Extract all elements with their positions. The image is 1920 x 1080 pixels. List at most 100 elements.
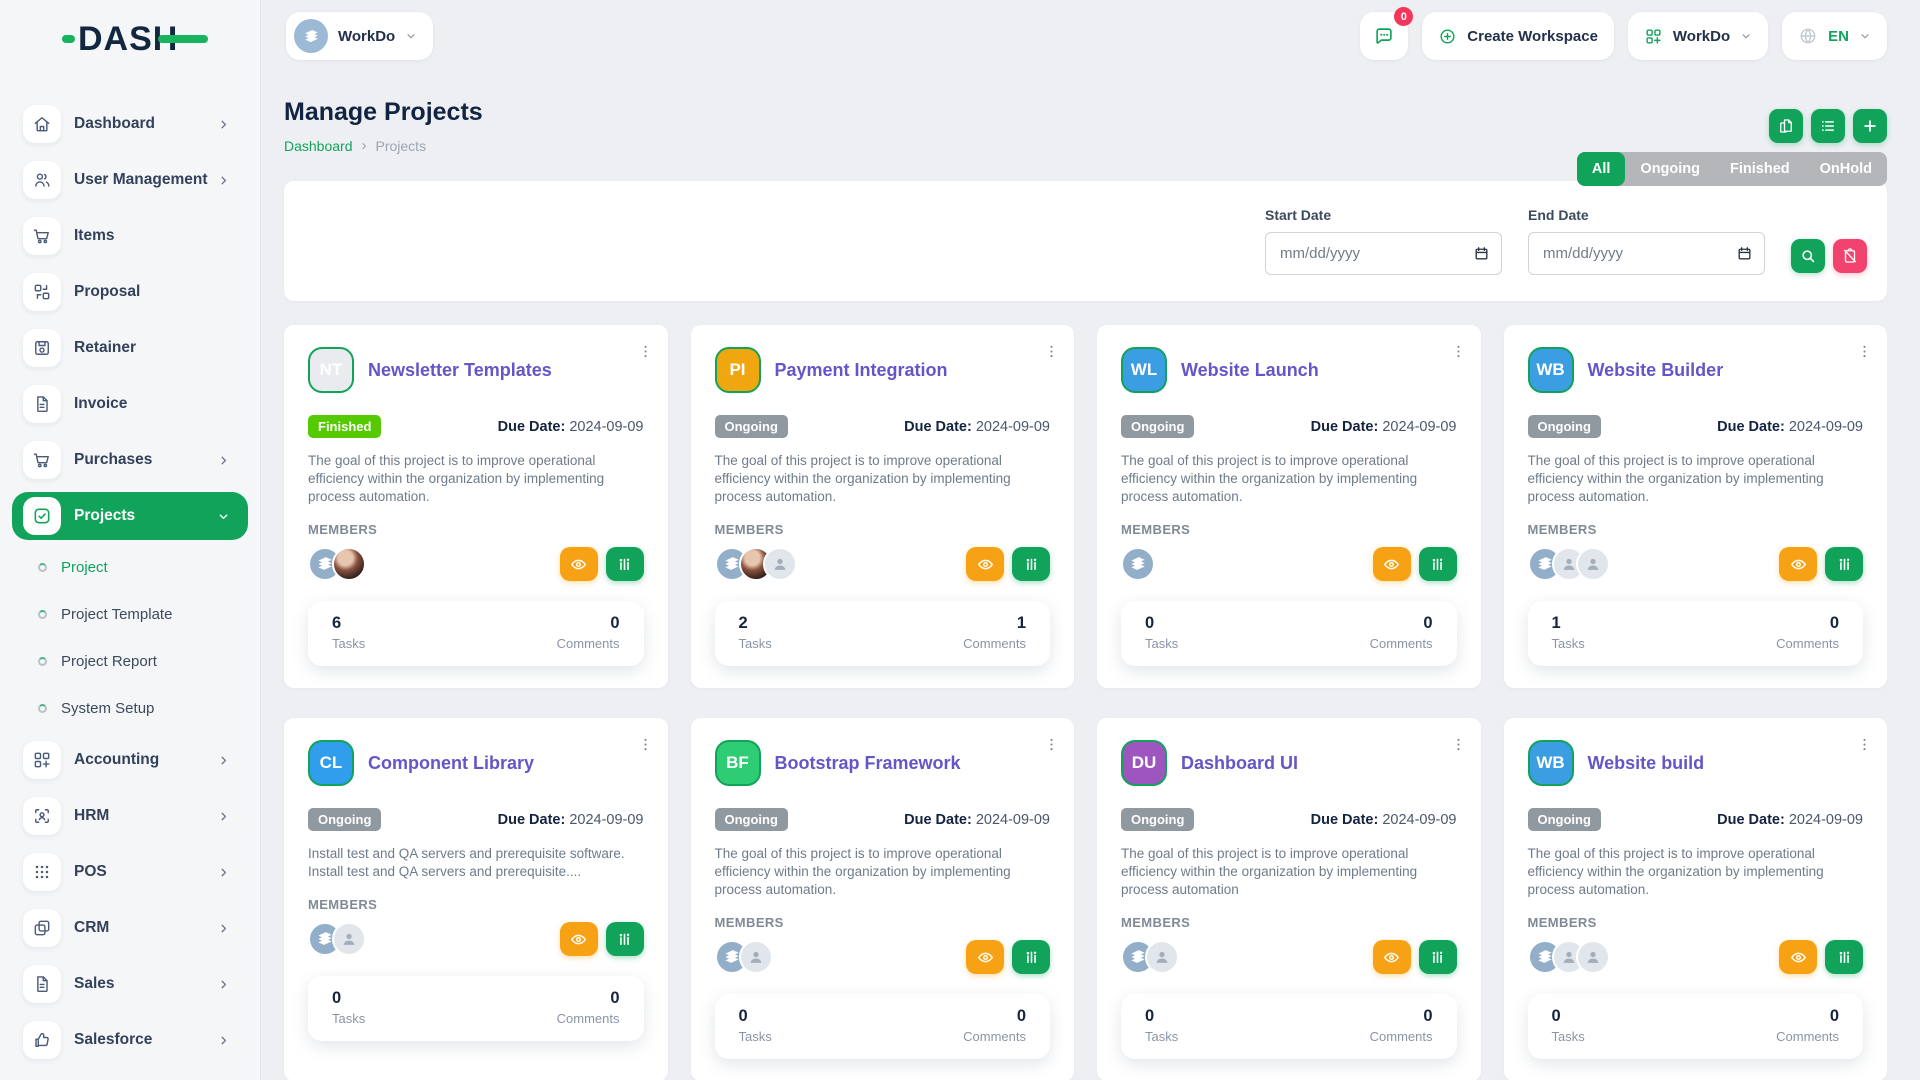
sidebar-item-hrm[interactable]: HRM (0, 788, 260, 844)
card-actions (560, 547, 644, 581)
card-actions (560, 922, 644, 956)
end-date-input[interactable] (1528, 232, 1765, 275)
project-board-button[interactable] (1419, 940, 1457, 974)
project-title-link[interactable]: Newsletter Templates (368, 360, 552, 381)
member-avatars (1121, 547, 1155, 581)
card-menu-button[interactable] (637, 343, 654, 360)
sidebar-item-dashboard[interactable]: Dashboard (0, 96, 260, 152)
view-project-button[interactable] (1373, 940, 1411, 974)
project-title-link[interactable]: Payment Integration (775, 360, 948, 381)
app-switcher-button[interactable]: WorkDo (1628, 12, 1768, 60)
app-switcher-label: WorkDo (1673, 28, 1730, 45)
project-title-link[interactable]: Bootstrap Framework (775, 753, 961, 774)
tab-all[interactable]: All (1577, 152, 1626, 186)
view-project-button[interactable] (1779, 547, 1817, 581)
view-project-button[interactable] (560, 922, 598, 956)
project-title-link[interactable]: Website build (1588, 753, 1705, 774)
project-card-website-build: WBWebsite buildOngoingDue Date: 2024-09-… (1504, 718, 1888, 1080)
card-menu-button[interactable] (1450, 736, 1467, 753)
member-avatar-placeholder (739, 940, 773, 974)
sidebar-item-salesforce[interactable]: Salesforce (0, 1012, 260, 1068)
sidebar-item-projects[interactable]: Projects (12, 492, 248, 540)
list-view-button[interactable] (1811, 109, 1845, 143)
apps-grid-icon (1644, 27, 1663, 46)
view-project-button[interactable] (966, 547, 1004, 581)
sidebar-item-invoice[interactable]: Invoice (0, 376, 260, 432)
sidebar-nav: Dashboard User Management ItemsProposal Ret… (0, 96, 260, 1068)
project-stats: 0Tasks0Comments (1121, 601, 1457, 666)
project-card-newsletter-templates: NTNewsletter TemplatesFinishedDue Date: … (284, 325, 668, 688)
project-board-button[interactable] (606, 922, 644, 956)
sidebar-item-purchases[interactable]: Purchases (0, 432, 260, 488)
workspace-selector[interactable]: WorkDo (286, 12, 433, 60)
workspace-avatar (294, 19, 328, 53)
sidebar-item-items[interactable]: Items (0, 208, 260, 264)
members-row (1528, 547, 1864, 581)
project-title-link[interactable]: Dashboard UI (1181, 753, 1298, 774)
sidebar-item-proposal[interactable]: Proposal (0, 264, 260, 320)
chevron-right-icon (217, 118, 230, 131)
sidebar-subitem-project-report[interactable]: Project Report (0, 638, 260, 685)
export-button[interactable] (1769, 109, 1803, 143)
project-title-link[interactable]: Component Library (368, 753, 534, 774)
sidebar-subitem-label: Project Template (61, 606, 172, 623)
sidebar-item-accounting[interactable]: Accounting (0, 732, 260, 788)
sidebar-item-label: CRM (74, 919, 109, 937)
sidebar-subitem-system-setup[interactable]: System Setup (0, 685, 260, 732)
project-board-button[interactable] (1012, 940, 1050, 974)
view-project-button[interactable] (966, 940, 1004, 974)
card-menu-button[interactable] (1856, 736, 1873, 753)
members-label: MEMBERS (715, 915, 1051, 930)
chevron-right-icon (217, 866, 230, 879)
view-project-button[interactable] (560, 547, 598, 581)
project-board-button[interactable] (1825, 940, 1863, 974)
project-board-button[interactable] (1012, 547, 1050, 581)
project-stats: 0Tasks0Comments (308, 976, 644, 1041)
page-title: Manage Projects (284, 98, 1887, 127)
card-menu-button[interactable] (1043, 343, 1060, 360)
tab-onhold[interactable]: OnHold (1805, 152, 1887, 186)
card-menu-button[interactable] (1856, 343, 1873, 360)
sidebar-item-user-management[interactable]: User Management (0, 152, 260, 208)
tasks-stat: 0Tasks (1552, 1007, 1585, 1044)
projects-grid: NTNewsletter TemplatesFinishedDue Date: … (284, 325, 1887, 1080)
sidebar-item-crm[interactable]: CRM (0, 900, 260, 956)
start-date-input[interactable] (1265, 232, 1502, 275)
card-menu-button[interactable] (1450, 343, 1467, 360)
messages-button[interactable]: 0 (1360, 12, 1408, 60)
view-project-button[interactable] (1373, 547, 1411, 581)
members-label: MEMBERS (1121, 915, 1457, 930)
search-button[interactable] (1791, 239, 1825, 273)
sidebar-item-pos[interactable]: POS (0, 844, 260, 900)
project-board-button[interactable] (1825, 547, 1863, 581)
tasks-stat: 1Tasks (1552, 614, 1585, 651)
project-board-button[interactable] (606, 547, 644, 581)
sidebar-subitem-label: Project (61, 559, 108, 576)
sidebar-subitem-project-template[interactable]: Project Template (0, 591, 260, 638)
sidebar-item-label: User Management (74, 171, 208, 189)
members-row (308, 922, 644, 956)
reset-filter-button[interactable] (1833, 239, 1867, 273)
tab-ongoing[interactable]: Ongoing (1625, 152, 1715, 186)
view-project-button[interactable] (1779, 940, 1817, 974)
create-workspace-button[interactable]: Create Workspace (1422, 12, 1614, 60)
breadcrumb-dashboard-link[interactable]: Dashboard (284, 138, 353, 154)
card-menu-button[interactable] (1043, 736, 1060, 753)
card-menu-button[interactable] (637, 736, 654, 753)
project-board-button[interactable] (1419, 547, 1457, 581)
project-card-payment-integration: PIPayment IntegrationOngoingDue Date: 20… (691, 325, 1075, 688)
sidebar-item-label: Retainer (74, 339, 136, 357)
project-stats: 1Tasks0Comments (1528, 601, 1864, 666)
start-date-group: Start Date (1265, 207, 1502, 275)
add-project-button[interactable] (1853, 109, 1887, 143)
project-title-link[interactable]: Website Builder (1588, 360, 1724, 381)
language-selector[interactable]: EN (1782, 12, 1887, 60)
tab-finished[interactable]: Finished (1715, 152, 1805, 186)
sidebar-subitem-project[interactable]: Project (0, 544, 260, 591)
project-title-link[interactable]: Website Launch (1181, 360, 1319, 381)
sidebar-item-sales[interactable]: Sales (0, 956, 260, 1012)
project-description: The goal of this project is to improve o… (715, 845, 1051, 899)
status-badge: Ongoing (1528, 808, 1601, 831)
sidebar-item-retainer[interactable]: Retainer (0, 320, 260, 376)
project-stats: 0Tasks0Comments (1121, 994, 1457, 1059)
